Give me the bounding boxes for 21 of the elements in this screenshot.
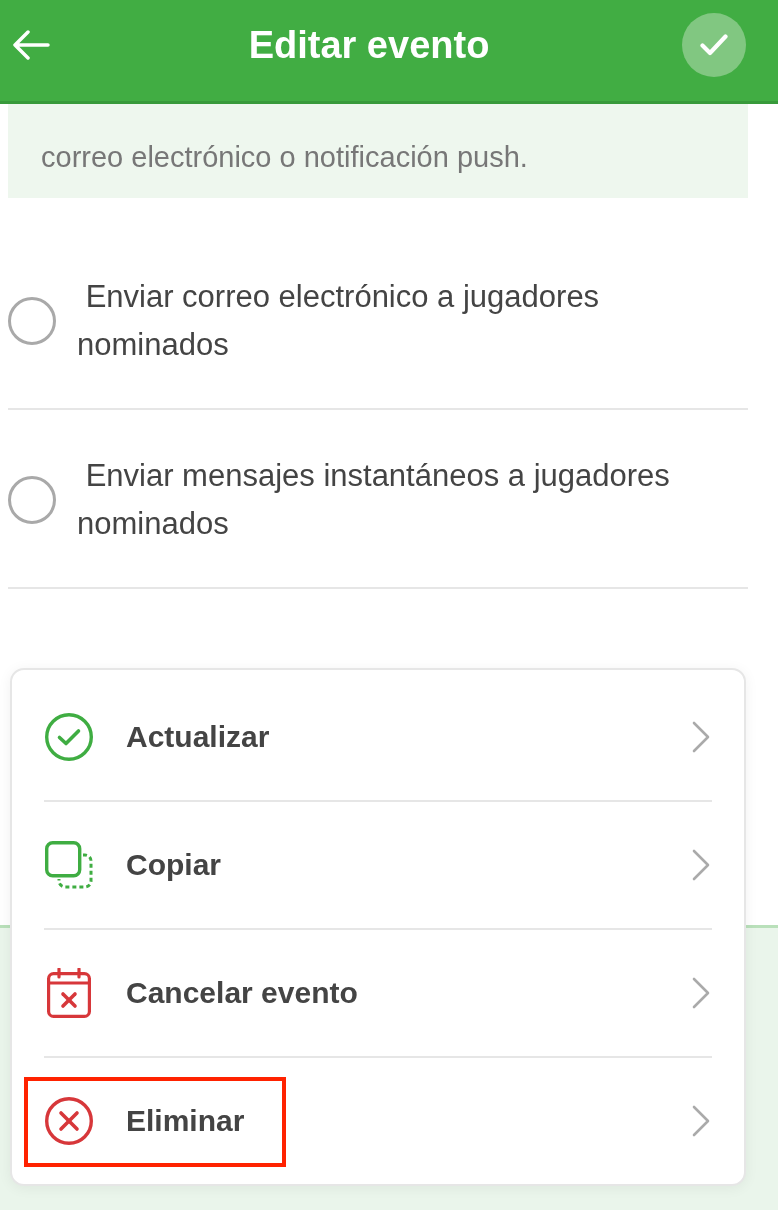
radio-button[interactable] [8,297,56,345]
calendar-cross-icon [47,968,91,1018]
check-circle-icon [45,713,93,761]
option-label[interactable]: Enviar correo electrónico a jugadores nominados [77,273,692,369]
chevron-right-icon [692,977,710,1009]
copy-icon [45,841,93,889]
chevron-right-icon [692,849,710,881]
chevron-right-icon [692,1105,710,1137]
menu-item[interactable]: Eliminar [44,1058,712,1184]
chevron-right-icon [692,721,710,753]
menu-item[interactable]: Actualizar [44,674,712,800]
screen-title: Editar evento [247,22,491,68]
cross-circle-icon [45,1097,93,1145]
info-text: correo electrónico o notificación push. [41,140,529,175]
back-button[interactable] [10,27,52,62]
radio-button[interactable] [8,476,56,524]
check-icon [700,33,728,56]
back-arrow-icon [12,29,50,60]
menu-item[interactable]: Cancelar evento [44,930,712,1056]
menu-item[interactable]: Copiar [44,802,712,928]
option-label[interactable]: Enviar mensajes instantáneos a jugadores nominados [77,452,692,548]
